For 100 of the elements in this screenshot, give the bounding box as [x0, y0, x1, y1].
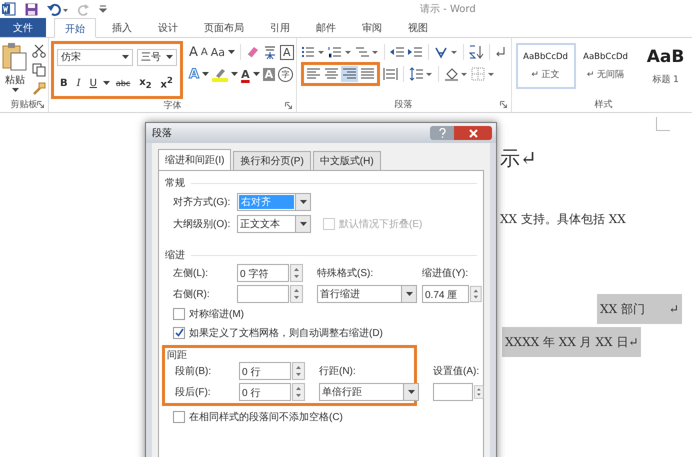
- caret-icon: [408, 390, 414, 394]
- group-label: 字体: [163, 100, 182, 112]
- ribbon-tab[interactable]: 页面布局: [194, 18, 254, 37]
- spinner-arrows-icon[interactable]: [474, 383, 484, 401]
- question-mark-icon: [438, 128, 446, 138]
- format-painter-icon[interactable]: [32, 82, 46, 96]
- ribbon-tab[interactable]: 视图: [398, 18, 438, 37]
- spinner-arrows-icon[interactable]: [292, 362, 305, 380]
- checkbox[interactable]: [173, 326, 185, 338]
- font-size-combo[interactable]: 三号: [137, 48, 177, 66]
- ribbon-tab[interactable]: 审阅: [352, 18, 392, 37]
- bold-button[interactable]: B: [57, 78, 71, 88]
- style-item[interactable]: AaBbCcDd ↵ 无间隔: [576, 43, 636, 89]
- paragraph-mark-icon[interactable]: [494, 46, 507, 58]
- subscript-button[interactable]: x$_{2}$: [136, 76, 155, 90]
- borders-icon[interactable]: [470, 67, 495, 81]
- outline-level-dropdown[interactable]: 正文文本: [237, 215, 311, 233]
- character-shading-button[interactable]: A: [262, 68, 276, 80]
- numbered-list-icon[interactable]: [328, 46, 352, 58]
- character-border-button[interactable]: A: [280, 44, 294, 60]
- ribbon-tab[interactable]: 设计: [148, 18, 188, 37]
- distributed-icon[interactable]: [382, 67, 398, 81]
- caret-icon: [228, 50, 236, 54]
- undo-icon[interactable]: [47, 2, 69, 16]
- font-color-button[interactable]: A: [241, 68, 250, 80]
- decrease-indent-icon[interactable]: [390, 46, 405, 58]
- superscript-button[interactable]: x$^{2}$: [158, 75, 176, 91]
- line-spacing-dropdown[interactable]: 单倍行距: [319, 383, 419, 401]
- field-label: 左侧(L):: [173, 267, 209, 280]
- checkbox-label: 在相同样式的段落间不添加空格(C): [189, 410, 343, 424]
- increase-indent-icon[interactable]: [408, 46, 423, 58]
- text-field[interactable]: 0 行: [239, 362, 291, 380]
- spinner-arrows-icon[interactable]: [290, 264, 303, 282]
- group-label: 剪贴板: [10, 98, 38, 111]
- dialog-launcher-icon[interactable]: [37, 101, 44, 108]
- text-effects-button[interactable]: A: [189, 66, 200, 82]
- group-label: 样式: [594, 98, 613, 111]
- checkbox[interactable]: [173, 410, 185, 422]
- ribbon-tab[interactable]: 开始: [54, 18, 96, 38]
- paint-bucket-icon[interactable]: [444, 67, 468, 81]
- caret-icon: [202, 72, 210, 76]
- field-label: 特殊格式(S):: [317, 266, 374, 280]
- grow-font-button[interactable]: A: [189, 44, 198, 60]
- text-field[interactable]: [433, 383, 474, 401]
- underline-button[interactable]: U: [86, 78, 100, 88]
- italic-button[interactable]: I: [74, 78, 84, 88]
- dialog-tab[interactable]: 缩进和间距(I): [158, 149, 232, 171]
- field-label: 段后(F):: [175, 386, 212, 399]
- multilevel-list-icon[interactable]: [354, 46, 379, 58]
- section-heading: 间距: [167, 349, 187, 362]
- checkbox[interactable]: [173, 308, 185, 320]
- line-spacing-icon[interactable]: [408, 67, 433, 81]
- help-button[interactable]: [430, 126, 454, 140]
- dialog-tab[interactable]: 中文版式(H): [312, 151, 381, 170]
- close-button[interactable]: [454, 126, 492, 140]
- document-text: XX 支持。具体包括 XX: [500, 212, 626, 226]
- text-field[interactable]: [237, 285, 289, 303]
- caret-icon: [122, 55, 129, 59]
- ribbon-tab[interactable]: 文件: [0, 18, 46, 37]
- change-case-button[interactable]: Aa: [210, 46, 226, 58]
- ribbon-tab[interactable]: 引用: [260, 18, 300, 37]
- cut-icon[interactable]: [32, 44, 46, 58]
- caret-icon: [12, 88, 18, 92]
- checkbox-label: 对称缩进(M): [189, 308, 244, 320]
- highlighter-icon[interactable]: [212, 66, 228, 82]
- style-item[interactable]: AaB 标题 1: [636, 43, 692, 89]
- shrink-font-button[interactable]: A: [200, 46, 208, 58]
- text-field[interactable]: 0 行: [239, 383, 291, 401]
- caret-icon: [300, 222, 306, 226]
- ribbon-tab[interactable]: 插入: [102, 18, 142, 37]
- dialog-tab[interactable]: 换行和分页(P): [233, 151, 311, 170]
- style-item[interactable]: AaBbCcDd ↵ 正文: [516, 43, 576, 89]
- dialog-launcher-icon[interactable]: [284, 102, 292, 109]
- copy-icon[interactable]: [32, 63, 46, 77]
- paste-button[interactable]: 粘贴: [2, 42, 28, 97]
- spinner-arrows-icon[interactable]: [292, 383, 305, 401]
- caret-icon: [406, 292, 412, 296]
- spinner-arrows-icon[interactable]: [470, 285, 482, 303]
- font-name-combo[interactable]: 仿宋: [57, 48, 133, 66]
- save-icon[interactable]: [25, 2, 38, 16]
- field-label: 段前(B):: [175, 365, 212, 378]
- field-label: 右侧(R):: [173, 288, 211, 301]
- field-label: 对齐方式(G):: [173, 196, 232, 209]
- dialog-launcher-icon[interactable]: [500, 101, 507, 108]
- document-text: 示↵: [500, 146, 537, 170]
- document-text: XXXX 年 XX 月 XX 日↵: [502, 327, 642, 357]
- word-app-icon[interactable]: [2, 2, 16, 16]
- sort-icon[interactable]: [468, 45, 484, 59]
- text-field[interactable]: 0.74 厘: [422, 285, 470, 303]
- bullet-list-icon[interactable]: [300, 46, 325, 58]
- enclose-characters-button[interactable]: 字: [278, 66, 294, 82]
- customize-toolbar-icon[interactable]: [99, 5, 107, 13]
- align-right-button[interactable]: [340, 66, 358, 82]
- caret-icon: [166, 55, 173, 59]
- spinner-arrows-icon[interactable]: [290, 285, 303, 303]
- text-field[interactable]: 0 字符: [237, 264, 289, 282]
- special-format-dropdown[interactable]: 首行缩进: [317, 285, 417, 303]
- close-icon: [468, 128, 478, 138]
- ribbon-tab[interactable]: 邮件: [306, 18, 346, 37]
- strike-button[interactable]: abc: [112, 78, 134, 88]
